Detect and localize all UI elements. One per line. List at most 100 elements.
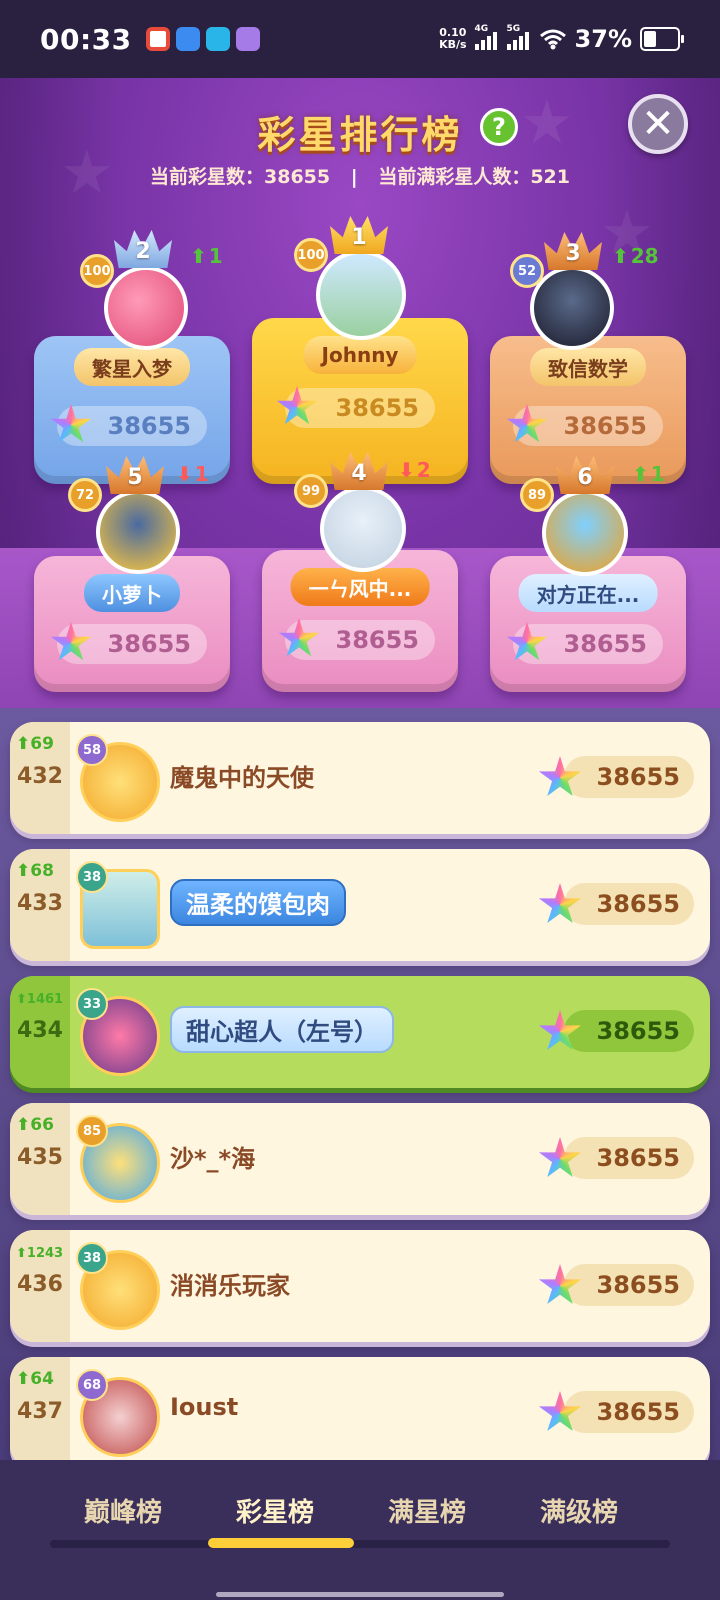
tab-color-star[interactable]: 彩星榜 <box>200 1492 350 1529</box>
help-button[interactable]: ? <box>480 108 518 146</box>
tab-full-level[interactable]: 满级榜 <box>504 1492 654 1529</box>
active-tab-indicator <box>208 1538 354 1548</box>
avatar[interactable] <box>96 490 180 574</box>
star-score: 38655 <box>564 1010 694 1052</box>
notification-icons <box>145 27 260 51</box>
arrow-down-icon: ⬇ <box>398 458 415 482</box>
list-item[interactable]: ⬆ 1243 436 38 消消乐玩家 38655 <box>10 1230 710 1342</box>
rank-change: ⬆ 1 <box>190 244 223 268</box>
signal-4g-label: 4G <box>474 24 489 34</box>
player-name: 致信数学 <box>530 348 646 386</box>
list-item-current-user[interactable]: ⬆ 1461 434 33 甜心超人（左号） 38655 <box>10 976 710 1088</box>
player-name: 对方正在... <box>518 574 658 612</box>
avatar[interactable] <box>316 250 406 340</box>
rank-change-value: 1 <box>194 462 209 486</box>
tab-peak[interactable]: 巅峰榜 <box>48 1492 198 1529</box>
arrow-up-icon: ⬆ <box>16 1246 27 1261</box>
signal-5g-icon: 5G <box>506 24 531 50</box>
list-item[interactable]: ⬆ 68 433 38 温柔的馍包肉 38655 <box>10 849 710 961</box>
player-name: 消消乐玩家 <box>170 1272 290 1300</box>
podium-card-rank-6[interactable]: 对方正在... 38655 <box>490 556 686 692</box>
full-star-player-count: 当前满彩星人数：521 <box>378 166 570 188</box>
star-score: 38655 <box>564 1391 694 1433</box>
arrow-down-icon: ⬇ <box>176 462 193 486</box>
arrow-up-icon: ⬆ <box>16 1369 31 1389</box>
signal-5g-label: 5G <box>506 24 521 34</box>
rank-change-value: 69 <box>30 734 54 754</box>
star-score: 38655 <box>564 756 694 798</box>
rank-number: 434 <box>17 1018 63 1043</box>
level-badge: 38 <box>76 861 108 893</box>
crown-icon: 1 <box>330 214 388 254</box>
rank-number: 2 <box>135 239 151 264</box>
map-app-icon <box>145 27 170 51</box>
rank-change-value: 64 <box>30 1369 54 1389</box>
avatar[interactable] <box>104 266 188 350</box>
rank-change: ⬆ 1243 <box>16 1246 63 1261</box>
tab-track <box>50 1540 670 1548</box>
crown-icon: 2 <box>114 228 172 268</box>
rank-change: ⬇ 2 <box>398 458 431 482</box>
avatar[interactable] <box>320 486 406 572</box>
player-name: Johnny <box>303 336 417 374</box>
rank-change-value: 66 <box>30 1115 54 1135</box>
status-bar: 00:33 0.10 KB/s 4G 5G 37% <box>0 0 720 78</box>
player-name: 沙*_*海 <box>170 1145 256 1173</box>
arrow-up-icon: ⬆ <box>190 244 207 268</box>
level-badge: 68 <box>76 1369 108 1401</box>
avatar[interactable] <box>542 490 628 576</box>
signal-4g-icon: 4G <box>474 24 499 50</box>
player-name: 繁星入梦 <box>74 348 190 386</box>
level-badge: 58 <box>76 734 108 766</box>
rank-change-value: 1461 <box>26 992 64 1007</box>
ranking-list[interactable]: ⬆ 69 432 58 魔鬼中的天使 38655 ⬆ 68 433 38 温柔的馍包… <box>0 708 720 1460</box>
rank-number: 3 <box>565 241 581 266</box>
podium-card-rank-5[interactable]: 小萝卜 38655 <box>34 556 230 692</box>
level-badge: 72 <box>68 478 102 512</box>
arrow-up-icon: ⬆ <box>632 462 649 486</box>
rank-number: 1 <box>351 225 367 250</box>
player-name: 魔鬼中的天使 <box>170 764 314 792</box>
tab-full-star[interactable]: 满星榜 <box>352 1492 502 1529</box>
player-name: 一ㄣ风中... <box>290 568 430 606</box>
arrow-up-icon: ⬆ <box>612 244 629 268</box>
rank-number: 435 <box>17 1145 63 1170</box>
tab-bar: 巅峰榜 彩星榜 满星榜 满级榜 <box>0 1460 720 1600</box>
rank-change-value: 1 <box>650 462 665 486</box>
rank-change: ⬆ 64 <box>16 1369 54 1389</box>
level-badge: 52 <box>510 254 544 288</box>
home-indicator[interactable] <box>216 1592 504 1597</box>
rank-change-value: 1 <box>208 244 223 268</box>
list-item[interactable]: ⬆ 66 435 85 沙*_*海 38655 <box>10 1103 710 1215</box>
crown-icon: 3 <box>544 230 602 270</box>
status-right: 0.10 KB/s 4G 5G 37% <box>439 24 684 53</box>
battery-icon <box>640 27 684 51</box>
rank-change: ⬆ 69 <box>16 734 54 754</box>
avatar[interactable] <box>530 266 614 350</box>
stats-line: 当前彩星数：38655 | 当前满彩星人数：521 <box>0 162 720 189</box>
player-name: 小萝卜 <box>84 574 180 612</box>
arrow-up-icon: ⬆ <box>16 992 27 1007</box>
close-button[interactable]: ✕ <box>628 94 688 154</box>
rank-change: ⬆ 1461 <box>16 992 63 1007</box>
status-time: 00:33 <box>40 22 132 56</box>
list-item[interactable]: ⬆ 69 432 58 魔鬼中的天使 38655 <box>10 722 710 834</box>
net-speed-unit: KB/s <box>439 38 467 51</box>
rank-change-value: 1243 <box>26 1246 64 1261</box>
photo-app-icon <box>235 27 260 51</box>
window-app-icon <box>175 27 200 51</box>
rank-number: 436 <box>17 1272 63 1297</box>
list-item[interactable]: ⬆ 64 437 68 Ioust 38655 <box>10 1357 710 1460</box>
rank-number: 432 <box>17 764 63 789</box>
level-badge: 89 <box>520 478 554 512</box>
rank-change: ⬆ 68 <box>16 861 54 881</box>
stats-separator: | <box>350 166 358 188</box>
wifi-icon <box>539 29 566 50</box>
arrow-up-icon: ⬆ <box>16 734 31 754</box>
rank-change-value: 68 <box>30 861 54 881</box>
rank-change-value: 28 <box>630 244 659 268</box>
rank-change-value: 2 <box>416 458 431 482</box>
level-badge: 85 <box>76 1115 108 1147</box>
rank-number: 4 <box>351 461 367 486</box>
player-name: Ioust <box>170 1393 239 1421</box>
